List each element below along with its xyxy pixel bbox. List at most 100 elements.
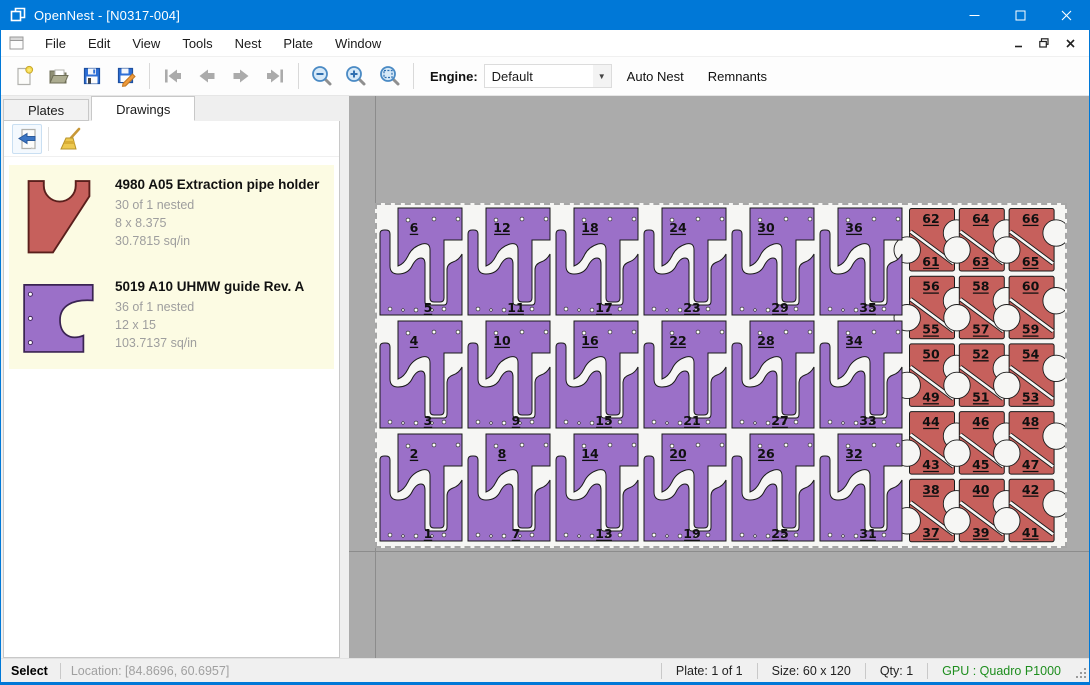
svg-text:58: 58 — [972, 279, 989, 294]
app-window: OpenNest - [N0317-004] File Edit View To… — [0, 0, 1090, 685]
nest-part-pair[interactable]: 1615 — [556, 321, 638, 428]
go-first-icon[interactable] — [156, 60, 190, 92]
svg-text:38: 38 — [922, 482, 939, 497]
close-icon[interactable] — [1043, 0, 1089, 30]
document-window-icon[interactable] — [9, 36, 24, 50]
tab-plates[interactable]: Plates — [3, 99, 89, 121]
svg-text:61: 61 — [922, 254, 939, 269]
svg-text:44: 44 — [922, 414, 940, 429]
mdi-restore-icon[interactable] — [1033, 34, 1055, 52]
nest-part-pair[interactable]: 3635 — [820, 208, 902, 315]
menu-tools[interactable]: Tools — [171, 32, 223, 55]
plate[interactable]: 6261646366655655585760595049525154534443… — [375, 203, 1067, 548]
nest-part-pair[interactable]: 2625 — [732, 434, 814, 541]
nest-part-pair[interactable]: 43 — [380, 321, 462, 428]
menu-nest[interactable]: Nest — [224, 32, 273, 55]
drawing-item-5019[interactable]: 5019 A10 UHMW guide Rev. A 36 of 1 neste… — [9, 267, 334, 369]
svg-text:41: 41 — [1022, 525, 1039, 540]
svg-text:59: 59 — [1022, 322, 1039, 337]
plate-qty: Qty: 1 — [866, 664, 927, 678]
save-as-icon[interactable] — [109, 60, 143, 92]
zoom-fit-icon[interactable] — [373, 60, 407, 92]
go-next-icon[interactable] — [224, 60, 258, 92]
svg-text:6: 6 — [410, 220, 419, 235]
engine-label: Engine: — [430, 69, 478, 84]
maximize-icon[interactable] — [997, 0, 1043, 30]
svg-text:24: 24 — [669, 220, 687, 235]
nest-part-pair[interactable]: 109 — [468, 321, 550, 428]
engine-select[interactable]: Default ▼ — [484, 64, 612, 88]
svg-text:23: 23 — [683, 300, 700, 315]
svg-text:32: 32 — [845, 446, 862, 461]
svg-text:66: 66 — [1022, 211, 1040, 226]
new-document-icon[interactable] — [7, 60, 41, 92]
zoom-in-icon[interactable] — [339, 60, 373, 92]
nest-part-pair[interactable]: 1413 — [556, 434, 638, 541]
svg-text:39: 39 — [972, 525, 989, 540]
nest-part-pair[interactable]: 24 23 — [644, 208, 726, 315]
nest-part-pair[interactable]: 87 — [468, 434, 550, 541]
zoom-out-icon[interactable] — [305, 60, 339, 92]
svg-text:3: 3 — [424, 413, 433, 428]
svg-text:8: 8 — [498, 446, 507, 461]
drawing-nested: 30 of 1 nested — [115, 196, 319, 214]
nest-part-pair[interactable]: 3029 — [732, 208, 814, 315]
menu-window[interactable]: Window — [324, 32, 392, 55]
svg-text:29: 29 — [771, 300, 788, 315]
nest-canvas[interactable]: 6261646366655655585760595049525154534443… — [349, 96, 1089, 658]
nest-part-pair[interactable]: 1817 — [556, 208, 638, 315]
minimize-icon[interactable] — [951, 0, 997, 30]
nest-part-pair[interactable]: 65 — [380, 208, 462, 315]
svg-text:62: 62 — [922, 211, 939, 226]
nest-part-pair[interactable]: 21 — [380, 434, 462, 541]
menu-edit[interactable]: Edit — [77, 32, 121, 55]
svg-text:37: 37 — [922, 525, 939, 540]
go-previous-icon[interactable] — [190, 60, 224, 92]
clear-broom-icon[interactable] — [55, 124, 85, 154]
nest-part-pair[interactable]: 3433 — [820, 321, 902, 428]
nest-part-pair[interactable]: 2019 — [644, 434, 726, 541]
chevron-down-icon[interactable]: ▼ — [593, 65, 611, 87]
svg-text:5: 5 — [424, 300, 433, 315]
svg-text:45: 45 — [972, 457, 989, 472]
save-icon[interactable] — [75, 60, 109, 92]
resize-grip[interactable] — [1075, 659, 1089, 682]
drawing-item-4980[interactable]: 4980 A05 Extraction pipe holder 30 of 1 … — [9, 165, 334, 267]
status-bar: Select Location: [84.8696, 60.6957] Plat… — [1, 658, 1089, 685]
menu-plate[interactable]: Plate — [272, 32, 324, 55]
drawings-toolbar — [4, 121, 339, 157]
drawings-panel: 4980 A05 Extraction pipe holder 30 of 1 … — [3, 121, 340, 658]
svg-text:14: 14 — [581, 446, 599, 461]
drawing-list: 4980 A05 Extraction pipe holder 30 of 1 … — [9, 165, 334, 369]
cursor-location: Location: [84.8696, 60.6957] — [61, 664, 239, 678]
import-drawing-icon[interactable] — [12, 124, 42, 154]
svg-text:57: 57 — [972, 322, 989, 337]
drawing-size: 12 x 15 — [115, 316, 304, 334]
go-last-icon[interactable] — [258, 60, 292, 92]
nest-part-pair[interactable]: 2827 — [732, 321, 814, 428]
svg-text:63: 63 — [972, 254, 989, 269]
app-icon — [10, 7, 26, 23]
drawing-area: 103.7137 sq/in — [115, 334, 304, 352]
open-folder-icon[interactable] — [41, 60, 75, 92]
mdi-close-icon[interactable] — [1059, 34, 1081, 52]
svg-text:35: 35 — [859, 300, 876, 315]
nest-part-pair[interactable]: 2221 — [644, 321, 726, 428]
menu-view[interactable]: View — [121, 32, 171, 55]
svg-text:49: 49 — [922, 389, 939, 404]
menu-bar: File Edit View Tools Nest Plate Window — [1, 30, 1089, 57]
remnants-button[interactable]: Remnants — [699, 63, 776, 90]
auto-nest-button[interactable]: Auto Nest — [618, 63, 693, 90]
drawing-title: 4980 A05 Extraction pipe holder — [115, 177, 319, 192]
nest-part-pair[interactable]: 3231 — [820, 434, 902, 541]
svg-text:22: 22 — [669, 333, 686, 348]
drawing-title: 5019 A10 UHMW guide Rev. A — [115, 279, 304, 294]
svg-text:33: 33 — [859, 413, 876, 428]
svg-text:40: 40 — [972, 482, 990, 497]
drawing-thumbnail-red — [21, 175, 101, 257]
menu-file[interactable]: File — [34, 32, 77, 55]
mdi-minimize-icon[interactable] — [1007, 34, 1029, 52]
nest-part-pair[interactable]: 1211 — [468, 208, 550, 315]
svg-text:27: 27 — [771, 413, 788, 428]
tab-drawings[interactable]: Drawings — [91, 96, 195, 121]
